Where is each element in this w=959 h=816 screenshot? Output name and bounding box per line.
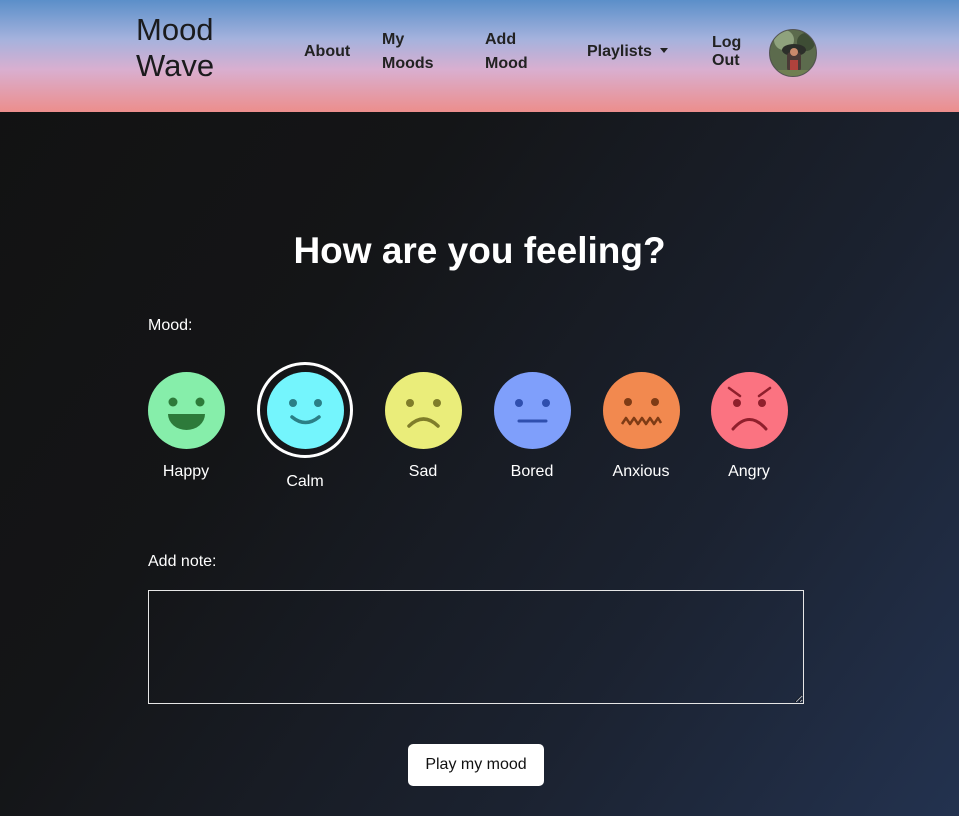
mood-label-happy: Happy (162, 463, 210, 480)
mood-option-bored[interactable]: Bored (482, 372, 582, 487)
brand-logo[interactable]: Mood Wave (136, 12, 246, 84)
play-my-mood-button[interactable]: Play my mood (408, 744, 544, 786)
nav-about-link[interactable]: About (304, 40, 350, 64)
bored-face-icon (494, 372, 571, 449)
avatar-image (770, 30, 816, 76)
anxious-face-icon (603, 372, 680, 449)
mood-option-happy[interactable]: Happy (136, 372, 236, 487)
mood-label-calm: Calm (286, 473, 324, 490)
calm-face-icon (267, 372, 344, 449)
mood-label: Mood: (148, 317, 193, 334)
note-textarea[interactable] (148, 590, 804, 704)
mood-label-anxious: Anxious (612, 463, 670, 480)
nav-my-moods-link[interactable]: My Moods (382, 28, 442, 76)
mood-option-anxious[interactable]: Anxious (591, 372, 691, 487)
mood-option-angry[interactable]: Angry (699, 372, 799, 487)
navbar: Mood Wave About My Moods Add Mood Playli… (0, 0, 959, 112)
mood-option-calm[interactable]: Calm (255, 362, 355, 492)
mood-option-sad[interactable]: Sad (373, 372, 473, 487)
mood-label-sad: Sad (408, 463, 438, 480)
user-avatar[interactable] (769, 29, 817, 77)
nav-playlists-label: Playlists (587, 43, 652, 60)
nav-playlists-dropdown[interactable]: Playlists (587, 40, 668, 64)
note-label: Add note: (148, 553, 217, 570)
caret-down-icon (659, 48, 668, 53)
page-heading: How are you feeling? (293, 230, 666, 271)
mood-label-angry: Angry (728, 463, 770, 480)
nav-log-out-link[interactable]: Log Out (712, 34, 748, 70)
happy-face-icon (148, 372, 225, 449)
sad-face-icon (385, 372, 462, 449)
angry-face-icon (711, 372, 788, 449)
mood-label-bored: Bored (510, 463, 554, 480)
nav-add-mood-link[interactable]: Add Mood (485, 28, 535, 76)
